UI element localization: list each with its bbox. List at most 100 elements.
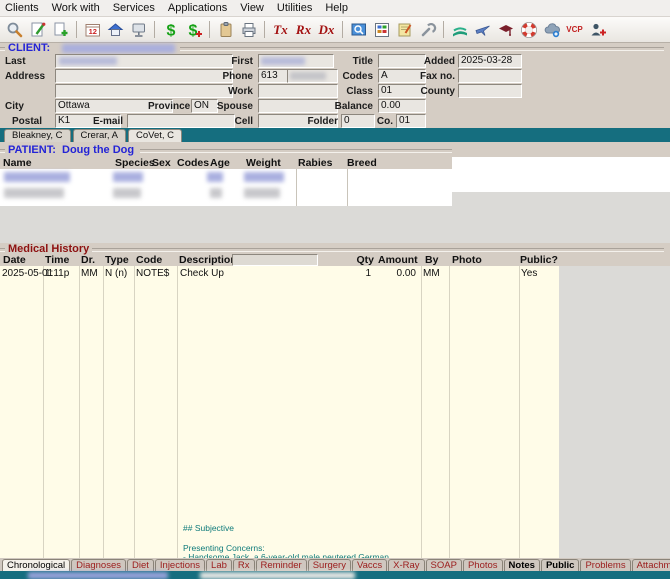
- menu-item-clients[interactable]: Clients: [5, 2, 39, 14]
- patient-col-codes[interactable]: Codes: [177, 157, 209, 169]
- tab-vaccs[interactable]: Vaccs: [351, 559, 388, 571]
- travel-sheet-button[interactable]: [448, 19, 471, 41]
- tab-rx[interactable]: Rx: [232, 559, 255, 571]
- schedule-grid-button[interactable]: [370, 19, 393, 41]
- history-col-photo[interactable]: Photo: [452, 254, 482, 266]
- treatments-button[interactable]: Tx: [269, 19, 292, 41]
- avimark-window: Clients Work with Services Applications …: [0, 0, 670, 579]
- utilities-button[interactable]: [416, 19, 439, 41]
- print-button[interactable]: [237, 19, 260, 41]
- history-col-description[interactable]: Description: [179, 254, 237, 266]
- tab-photos[interactable]: Photos: [462, 559, 503, 571]
- menu-item-view[interactable]: View: [240, 2, 264, 14]
- patient-table-header: Name Species Sex Codes Age Weight Rabies…: [0, 156, 452, 170]
- menu-item-help[interactable]: Help: [325, 2, 348, 14]
- history-col-by[interactable]: By: [425, 254, 438, 266]
- patient-col-species[interactable]: Species: [115, 157, 155, 169]
- history-col-date[interactable]: Date: [3, 254, 26, 266]
- support-button[interactable]: [517, 19, 540, 41]
- client-co-input[interactable]: 01: [396, 114, 426, 128]
- client-county-label: County: [420, 86, 455, 97]
- client-fax-label: Fax no.: [419, 71, 455, 82]
- payment-button[interactable]: $: [159, 19, 182, 41]
- menu-item-services[interactable]: Services: [113, 2, 155, 14]
- client-last-input[interactable]: [55, 54, 233, 68]
- tab-diet[interactable]: Diet: [126, 559, 154, 571]
- menu-item-utilities[interactable]: Utilities: [277, 2, 312, 14]
- patient-col-name[interactable]: Name: [3, 157, 32, 169]
- history-col-public[interactable]: Public?: [520, 254, 558, 266]
- patient-col-rabies[interactable]: Rabies: [298, 157, 332, 169]
- client-address2-input[interactable]: [55, 84, 233, 98]
- patient-col-weight[interactable]: Weight: [246, 157, 281, 169]
- tab-public[interactable]: Public: [540, 559, 580, 571]
- patient-tab-redacted[interactable]: [28, 572, 168, 579]
- notepad-button[interactable]: [393, 19, 416, 41]
- screen-search-button[interactable]: [347, 19, 370, 41]
- client-postal-label: Postal: [12, 116, 43, 127]
- patient-col-breed[interactable]: Breed: [347, 157, 377, 169]
- tab-attachments[interactable]: Attachments: [631, 559, 670, 571]
- account-tab-crerar[interactable]: Crerar, A: [72, 129, 127, 142]
- patient-row-redacted[interactable]: [0, 171, 452, 185]
- new-record-button[interactable]: [49, 19, 72, 41]
- client-spouse-input[interactable]: [258, 99, 338, 113]
- tab-reminder[interactable]: Reminder: [255, 559, 307, 571]
- client-added-input[interactable]: 2025-03-28: [458, 54, 522, 68]
- education-button[interactable]: [494, 19, 517, 41]
- patient-col-sex[interactable]: Sex: [152, 157, 171, 169]
- whiteboard-button[interactable]: [127, 19, 150, 41]
- tab-soap[interactable]: SOAP: [425, 559, 462, 571]
- travel-button[interactable]: [471, 19, 494, 41]
- clipboard-button[interactable]: [214, 19, 237, 41]
- menu-item-work-with[interactable]: Work with: [52, 2, 100, 14]
- add-person-button[interactable]: [586, 19, 609, 41]
- client-fax-input[interactable]: [458, 69, 522, 83]
- payment-icon: $: [166, 22, 175, 39]
- patient-col-age[interactable]: Age: [210, 157, 230, 169]
- airplane-icon: [474, 25, 490, 36]
- patient-name: Doug the Dog: [62, 144, 135, 156]
- tab-injections[interactable]: Injections: [154, 559, 206, 571]
- account-tab-bleakney[interactable]: Bleakney, C: [4, 129, 71, 142]
- tab-diagnoses[interactable]: Diagnoses: [71, 559, 126, 571]
- diagnosis-button[interactable]: Dx: [315, 19, 338, 41]
- client-first-input[interactable]: [258, 54, 334, 68]
- prescriptions-button[interactable]: Rx: [292, 19, 315, 41]
- search-button[interactable]: [3, 19, 26, 41]
- tab-surgery[interactable]: Surgery: [307, 559, 351, 571]
- cloud-add-button[interactable]: [540, 19, 563, 41]
- client-phone-area-input[interactable]: 613: [258, 69, 288, 83]
- patient-tab-strip: [0, 571, 670, 579]
- tab-chronological[interactable]: Chronological: [2, 559, 71, 571]
- redacted-weight: [244, 188, 280, 198]
- client-work-input[interactable]: [258, 84, 338, 98]
- history-entry-row[interactable]: [0, 266, 559, 558]
- client-address-input[interactable]: [55, 69, 233, 83]
- client-county-input[interactable]: [458, 84, 522, 98]
- history-col-qty[interactable]: Qty: [340, 254, 374, 266]
- menu-item-applications[interactable]: Applications: [168, 2, 227, 14]
- payment-add-button[interactable]: $: [182, 19, 205, 41]
- account-tab-covet[interactable]: CoVet, C: [128, 129, 183, 142]
- tab-notes[interactable]: Notes: [503, 559, 540, 571]
- patient-row-redacted[interactable]: [0, 187, 452, 201]
- toolbar: 12 $ $ Tx Rx Dx VCP: [0, 17, 670, 43]
- vcp-button[interactable]: VCP: [563, 19, 586, 41]
- appointments-button[interactable]: 12: [81, 19, 104, 41]
- client-folder-label: Folder: [307, 116, 338, 127]
- client-codes-label: Codes: [342, 71, 373, 82]
- client-balance-input[interactable]: 0.00: [378, 99, 426, 113]
- edit-record-button[interactable]: [26, 19, 49, 41]
- tab-xray[interactable]: X-Ray: [388, 559, 425, 571]
- description-filter-input[interactable]: [232, 254, 318, 266]
- boarding-button[interactable]: [104, 19, 127, 41]
- tab-problems[interactable]: Problems: [580, 559, 631, 571]
- history-col-amount[interactable]: Amount: [378, 254, 418, 266]
- history-col-time[interactable]: Time: [45, 254, 69, 266]
- tab-lab[interactable]: Lab: [206, 559, 232, 571]
- history-col-dr[interactable]: Dr.: [81, 254, 95, 266]
- history-col-type[interactable]: Type: [105, 254, 129, 266]
- history-col-code[interactable]: Code: [136, 254, 162, 266]
- patient-tab-redacted[interactable]: [200, 572, 355, 579]
